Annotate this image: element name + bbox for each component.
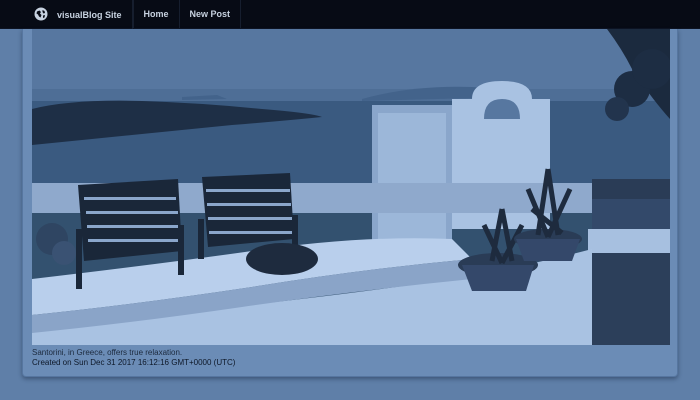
nav-new-post[interactable]: New Post [180,0,242,28]
nav-home[interactable]: Home [132,0,180,28]
post-card: Santorini, in Greece, offers true relaxa… [22,29,678,377]
post-image-graphic [32,29,670,345]
post-created-date: Created on Sun Dec 31 2017 16:12:16 GMT+… [32,358,236,367]
globe-icon [34,7,48,21]
navbar: visualBlog Site Home New Post [0,0,700,29]
brand-link[interactable]: visualBlog Site [0,0,133,29]
post-image[interactable] [32,29,670,345]
post-caption: Santorini, in Greece, offers true relaxa… [32,348,183,357]
brand-name: visualBlog Site [57,9,122,20]
